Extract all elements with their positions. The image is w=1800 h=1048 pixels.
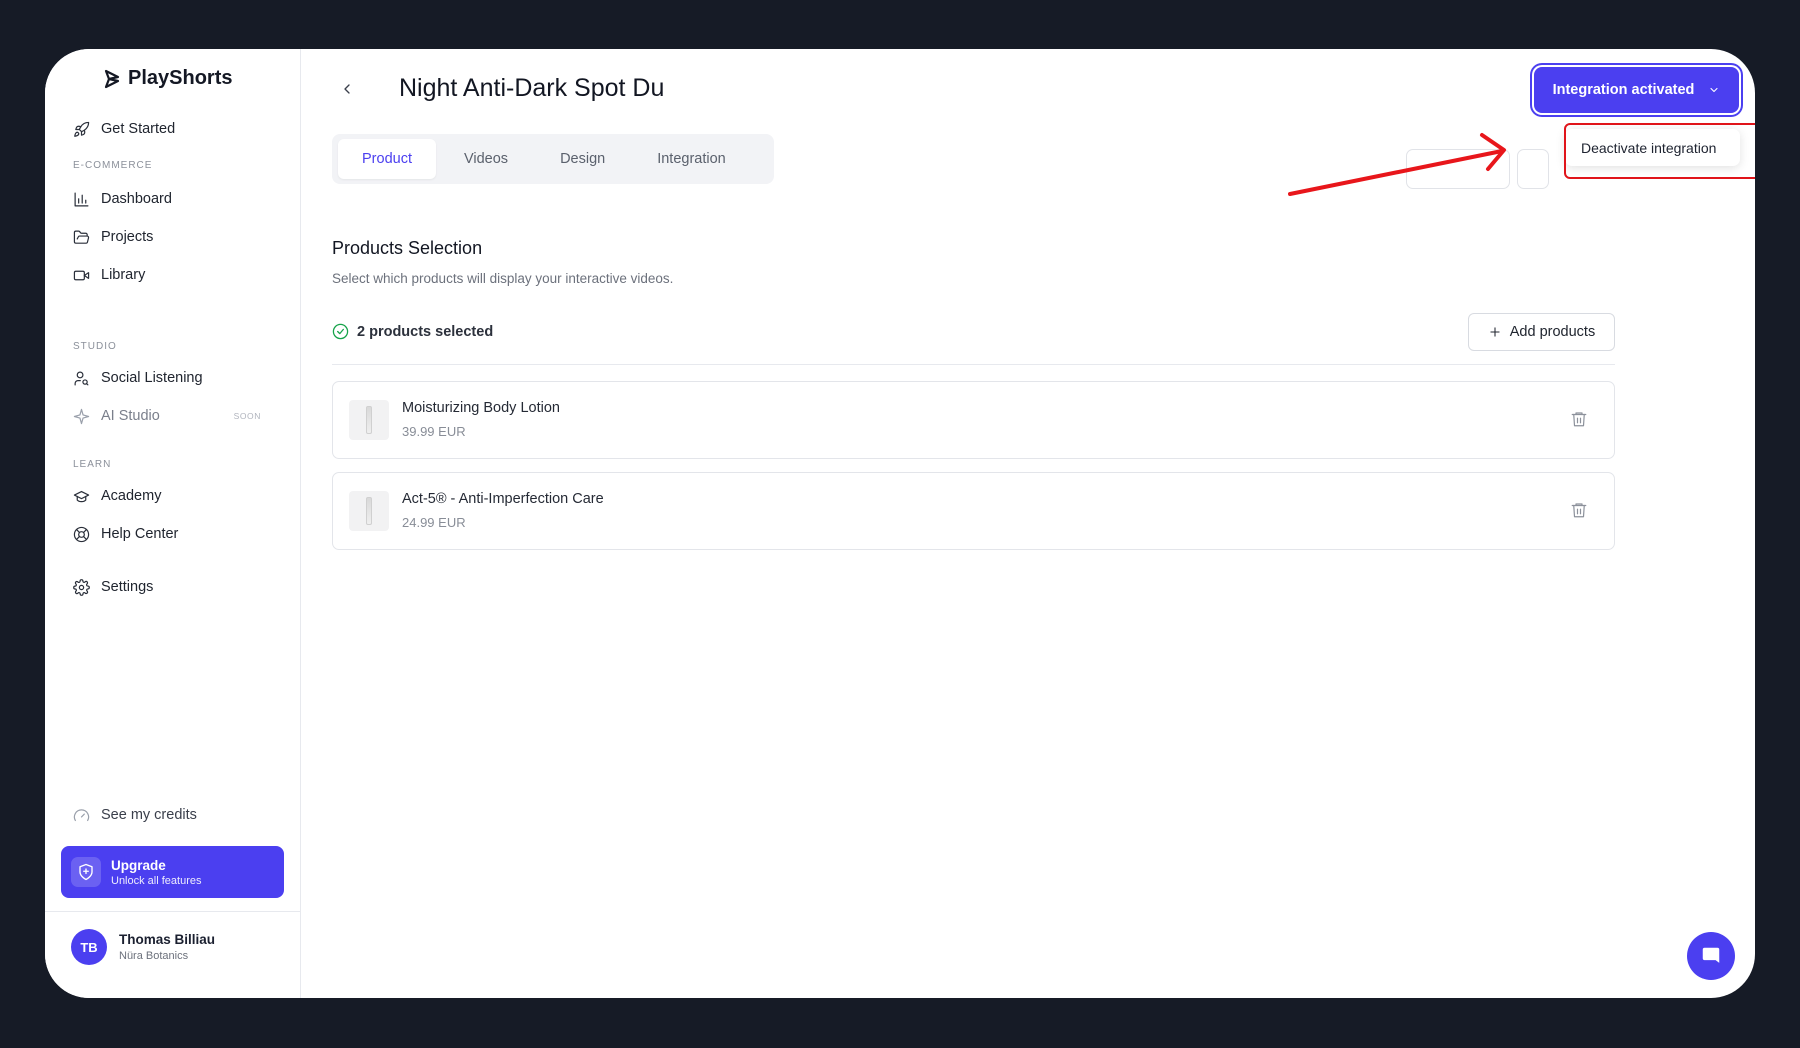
divider <box>332 364 1615 365</box>
product-name: Act-5® - Anti-Imperfection Care <box>402 491 604 507</box>
video-camera-icon <box>73 270 90 280</box>
sidebar-item-label: AI Studio <box>101 408 160 424</box>
add-products-button[interactable]: Add products <box>1468 313 1615 351</box>
page-title: Night Anti-Dark Spot Du <box>399 74 665 102</box>
add-products-label: Add products <box>1509 324 1596 340</box>
product-card: Moisturizing Body Lotion 39.99 EUR <box>332 381 1615 459</box>
folder-open-icon <box>73 230 90 244</box>
divider <box>45 911 300 912</box>
soon-badge: SOON <box>233 411 261 421</box>
tab-videos[interactable]: Videos <box>440 139 532 179</box>
analytics-button[interactable] <box>1406 149 1510 189</box>
sidebar-item-help-center[interactable]: Help Center <box>73 520 273 548</box>
graduation-cap-icon <box>73 490 90 502</box>
sidebar-item-academy[interactable]: Academy <box>73 482 273 510</box>
upgrade-subtitle: Unlock all features <box>111 874 202 887</box>
dropdown-menu: Deactivate integration <box>1565 129 1740 166</box>
sidebar-item-label: Library <box>101 267 146 283</box>
product-price: 39.99 EUR <box>402 424 466 439</box>
delete-product-button[interactable] <box>1570 410 1590 430</box>
app-window: PlayShorts Get Started E-COMMERCE Dashbo… <box>45 49 1755 998</box>
section-label-learn: LEARN <box>73 459 112 470</box>
gear-icon <box>73 578 90 596</box>
sidebar-item-label: Projects <box>101 229 154 245</box>
tab-product[interactable]: Product <box>338 139 436 179</box>
user-search-icon <box>74 371 89 385</box>
chat-bubble-icon <box>1702 947 1720 963</box>
bar-chart-icon <box>74 192 89 206</box>
upgrade-button[interactable]: Upgrade Unlock all features <box>61 846 284 898</box>
user-name: Thomas Billiau <box>119 932 216 947</box>
sidebar-item-label: Help Center <box>101 526 179 542</box>
section-label-ecommerce: E-COMMERCE <box>73 160 153 171</box>
more-button[interactable] <box>1517 149 1549 189</box>
sidebar-item-label: Get Started <box>101 121 176 137</box>
logo[interactable]: PlayShorts <box>104 67 232 90</box>
selected-count: 2 products selected <box>332 323 493 340</box>
rocket-icon <box>74 121 90 137</box>
playshorts-logo-icon <box>104 69 120 88</box>
sidebar-item-projects[interactable]: Projects <box>73 223 273 251</box>
products-section-title: Products Selection <box>332 238 483 258</box>
shield-plus-icon <box>71 857 101 887</box>
product-thumbnail <box>349 491 389 531</box>
sidebar: PlayShorts Get Started E-COMMERCE Dashbo… <box>45 49 301 998</box>
delete-product-button[interactable] <box>1570 501 1590 521</box>
sidebar-item-ai-studio[interactable]: AI Studio SOON <box>73 402 273 430</box>
main-content: Night Anti-Dark Spot Du Product Videos D… <box>302 49 1755 998</box>
product-thumbnail <box>349 400 389 440</box>
trash-icon <box>1571 503 1587 518</box>
chevron-down-icon <box>1710 87 1718 93</box>
integration-status-button[interactable]: Integration activated <box>1534 67 1739 113</box>
avatar: TB <box>71 929 107 965</box>
check-circle-icon <box>332 323 349 340</box>
product-price: 24.99 EUR <box>402 515 466 530</box>
product-name: Moisturizing Body Lotion <box>402 400 560 416</box>
products-section-description: Select which products will display your … <box>332 271 674 286</box>
deactivate-integration-item[interactable]: Deactivate integration <box>1581 140 1716 156</box>
sidebar-item-label: Settings <box>101 579 154 595</box>
tab-design[interactable]: Design <box>536 139 629 179</box>
back-button[interactable] <box>335 77 359 101</box>
sparkle-icon <box>73 408 90 424</box>
sidebar-item-label: Dashboard <box>101 191 172 207</box>
plus-icon <box>1490 327 1500 337</box>
upgrade-title: Upgrade <box>111 857 166 873</box>
chevron-left-icon <box>344 84 350 94</box>
sidebar-item-social-listening[interactable]: Social Listening <box>73 364 273 392</box>
section-label-studio: STUDIO <box>73 341 117 352</box>
trash-icon <box>1571 412 1587 427</box>
tab-bar: Product Videos Design Integration <box>332 134 774 184</box>
see-credits-label: See my credits <box>101 807 197 823</box>
sidebar-item-label: Social Listening <box>101 370 203 386</box>
selected-count-label: 2 products selected <box>357 323 494 340</box>
logo-text: PlayShorts <box>128 67 233 89</box>
gauge-icon <box>73 808 90 821</box>
chat-support-button[interactable] <box>1687 932 1735 980</box>
sidebar-item-dashboard[interactable]: Dashboard <box>73 185 273 213</box>
sidebar-item-settings[interactable]: Settings <box>73 573 273 601</box>
integration-status-label: Integration activated <box>1552 82 1695 98</box>
user-profile[interactable]: TB Thomas Billiau Nüra Botanics <box>71 929 215 965</box>
sidebar-item-get-started[interactable]: Get Started <box>73 115 273 143</box>
product-card: Act-5® - Anti-Imperfection Care 24.99 EU… <box>332 472 1615 550</box>
sidebar-item-library[interactable]: Library <box>73 261 273 289</box>
tab-integration[interactable]: Integration <box>633 139 750 179</box>
see-credits-link[interactable]: See my credits <box>73 801 273 829</box>
sidebar-item-label: Academy <box>101 488 162 504</box>
user-org: Nüra Botanics <box>119 950 189 962</box>
life-buoy-icon <box>73 526 90 542</box>
